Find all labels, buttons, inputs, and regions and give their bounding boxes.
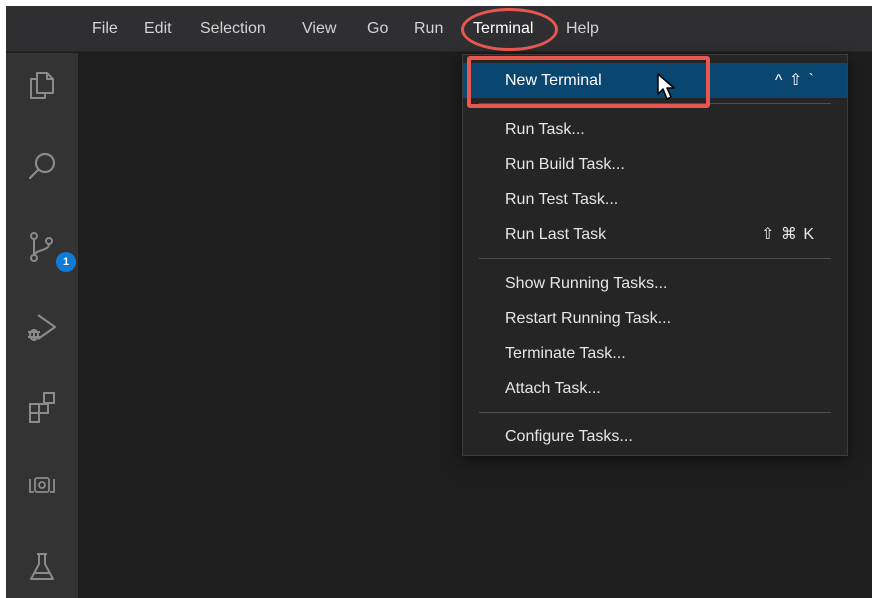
explorer-icon — [30, 72, 54, 99]
menu-separator — [479, 258, 831, 259]
menu-file[interactable]: File — [92, 18, 118, 40]
menu-item-show-running-tasks[interactable]: Show Running Tasks... — [463, 266, 847, 301]
menu-item-terminate-task[interactable]: Terminate Task... — [463, 336, 847, 371]
menu-item-label: Show Running Tasks... — [505, 275, 668, 292]
menu-item-run-task[interactable]: Run Task... — [463, 112, 847, 147]
menu-item-configure-tasks[interactable]: Configure Tasks... — [463, 419, 847, 454]
extensions-icon — [29, 392, 55, 423]
menu-item-label: New Terminal — [505, 72, 602, 89]
testing-button[interactable] — [20, 545, 64, 589]
menu-item-run-build-task[interactable]: Run Build Task... — [463, 147, 847, 182]
activity-bar: 1 — [6, 53, 78, 598]
menu-item-run-test-task[interactable]: Run Test Task... — [463, 182, 847, 217]
menu-item-label: Run Test Task... — [505, 191, 619, 208]
extensions-button[interactable] — [20, 385, 64, 429]
menu-item-label: Run Task... — [505, 121, 585, 138]
menu-item-restart-running-task[interactable]: Restart Running Task... — [463, 301, 847, 336]
source-control-badge: 1 — [56, 252, 76, 272]
terminal-menu-dropdown: New Terminal ^ ⇧ ` Run Task... Run Build… — [462, 54, 848, 456]
search-icon — [28, 152, 56, 180]
run-debug-icon — [28, 314, 56, 341]
menu-item-new-terminal[interactable]: New Terminal ^ ⇧ ` — [463, 63, 847, 98]
mouse-pointer-icon — [657, 73, 675, 100]
testing-icon — [30, 553, 54, 580]
menu-item-shortcut: ^ ⇧ ` — [774, 72, 815, 89]
menu-item-label: Run Build Task... — [505, 156, 625, 173]
menu-view[interactable]: View — [302, 18, 336, 40]
menu-help[interactable]: Help — [566, 18, 599, 40]
menu-item-attach-task[interactable]: Attach Task... — [463, 371, 847, 406]
search-button[interactable] — [20, 145, 64, 189]
menu-item-shortcut: ⇧ ⌘ K — [761, 226, 815, 243]
menu-item-label: Restart Running Task... — [505, 310, 672, 327]
menu-item-label: Attach Task... — [505, 380, 601, 397]
vscode-window: File Edit Selection View Go Run Terminal… — [6, 6, 872, 598]
explorer-button[interactable] — [20, 63, 64, 107]
menu-item-label: Terminate Task... — [505, 345, 626, 362]
menu-bar: File Edit Selection View Go Run Terminal… — [6, 6, 872, 52]
menu-separator — [479, 412, 831, 413]
menu-separator — [479, 103, 831, 104]
menu-terminal[interactable]: Terminal — [473, 18, 533, 40]
source-control-button[interactable]: 1 — [20, 225, 76, 272]
run-debug-button[interactable] — [20, 305, 64, 349]
source-control-icon — [30, 232, 53, 262]
menu-edit[interactable]: Edit — [144, 18, 172, 40]
menu-go[interactable]: Go — [367, 18, 388, 40]
remote-explorer-button[interactable] — [20, 463, 64, 507]
menu-item-label: Run Last Task — [505, 226, 607, 243]
menu-item-run-last-task[interactable]: Run Last Task ⇧ ⌘ K — [463, 217, 847, 252]
menu-run[interactable]: Run — [414, 18, 443, 40]
menu-item-label: Configure Tasks... — [505, 428, 633, 445]
remote-explorer-icon — [29, 477, 55, 493]
menu-selection[interactable]: Selection — [200, 18, 266, 40]
